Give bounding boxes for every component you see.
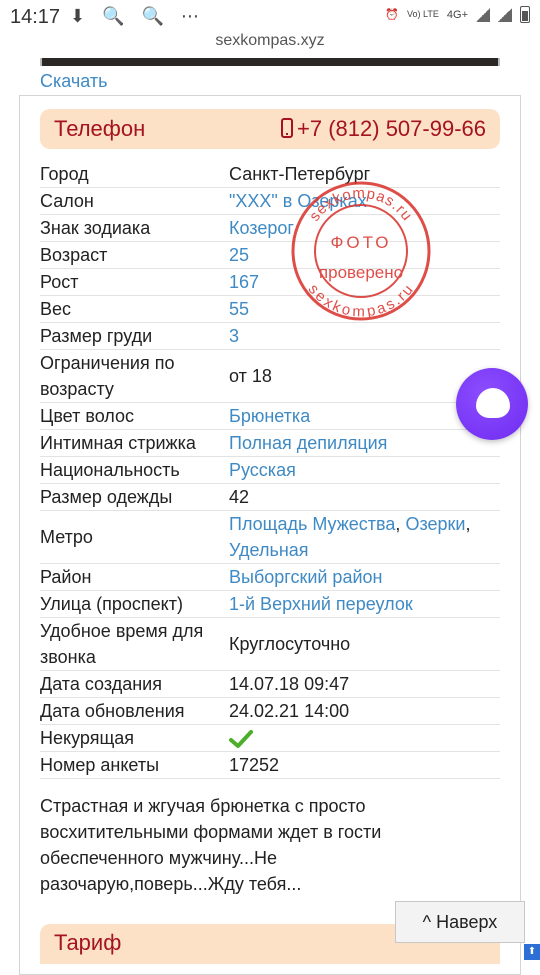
table-row: Удобное время для звонка Круглосуточно	[40, 617, 500, 671]
metro-value: Площадь Мужества, Озерки, Удельная	[229, 510, 500, 564]
metro-link[interactable]: Озерки	[405, 514, 465, 534]
status-system-icons: ⏰ Vo) LTE 4G+	[385, 6, 530, 23]
age-link[interactable]: 25	[229, 245, 249, 265]
status-time: 14:17	[10, 6, 61, 28]
download-link[interactable]: Скачать	[40, 71, 108, 92]
metro-link[interactable]: Удельная	[229, 540, 309, 560]
row-value: Круглосуточно	[229, 617, 500, 671]
signal-icon-2	[498, 7, 512, 22]
table-row: Улица (проспект) 1-й Верхний переулок	[40, 590, 500, 618]
row-key: Ограничения по возрасту	[40, 349, 229, 403]
weight-link[interactable]: 55	[229, 299, 249, 319]
row-key: Некурящая	[40, 724, 229, 752]
status-notification-icons: ⬇ 🔍 🔍 ⋯	[70, 6, 205, 26]
row-key: Дата создания	[40, 670, 229, 698]
street-link[interactable]: 1-й Верхний переулок	[229, 594, 413, 614]
table-row: Размер одежды 42	[40, 483, 500, 511]
table-row: Город Санкт-Петербург	[40, 161, 500, 188]
row-value: 24.02.21 14:00	[229, 697, 500, 725]
photo-bottom-edge	[40, 58, 500, 66]
network-type: 4G+	[446, 8, 468, 21]
row-key: Цвет волос	[40, 402, 229, 430]
alarm-icon: ⏰	[385, 9, 400, 21]
table-row: Национальность Русская	[40, 456, 500, 484]
phone-header: Телефон +7 (812) 507-99-66	[40, 109, 500, 149]
table-row: Цвет волос Брюнетка	[40, 402, 500, 430]
profile-info-table: Город Санкт-Петербург Салон "XXX" в Озер…	[40, 161, 500, 779]
row-key: Метро	[40, 510, 229, 564]
row-key: Возраст	[40, 241, 229, 269]
scroll-to-top-button[interactable]: ^ Наверх	[395, 901, 525, 943]
checkmark-icon	[229, 730, 253, 749]
table-row: Дата обновления 24.02.21 14:00	[40, 697, 500, 725]
intimate-link[interactable]: Полная депиляция	[229, 433, 387, 453]
row-key: Национальность	[40, 456, 229, 484]
metro-link[interactable]: Площадь Мужества	[229, 514, 395, 534]
signal-icon	[476, 7, 490, 22]
row-key: Номер анкеты	[40, 751, 229, 779]
profile-description: Страстная и жгучая брюнетка с просто вос…	[40, 796, 382, 894]
row-key: Размер одежды	[40, 483, 229, 511]
row-value: 14.07.18 09:47	[229, 670, 500, 698]
salon-link[interactable]: "XXX" в Озерках	[229, 191, 367, 211]
tariff-label: Тариф	[54, 930, 122, 955]
table-row: Рост 167	[40, 268, 500, 296]
battery-icon	[520, 6, 530, 23]
table-row: Дата создания 14.07.18 09:47	[40, 670, 500, 698]
voice-assistant-button[interactable]	[456, 368, 528, 440]
table-row: Салон "XXX" в Озерках	[40, 187, 500, 215]
table-row: Знак зодиака Козерог	[40, 214, 500, 242]
row-key: Район	[40, 563, 229, 591]
row-key: Рост	[40, 268, 229, 296]
row-value: Санкт-Петербург	[229, 161, 500, 188]
district-link[interactable]: Выборгский район	[229, 567, 382, 587]
height-link[interactable]: 167	[229, 272, 259, 292]
phone-number[interactable]: +7 (812) 507-99-66	[297, 116, 486, 141]
table-row: Номер анкеты 17252	[40, 751, 500, 779]
phone-number-link[interactable]: +7 (812) 507-99-66	[281, 116, 486, 142]
table-row: Интимная стрижка Полная депиляция	[40, 429, 500, 457]
row-value: 42	[229, 483, 500, 511]
row-key: Улица (проспект)	[40, 590, 229, 618]
zodiac-link[interactable]: Козерог	[229, 218, 294, 238]
row-key: Размер груди	[40, 322, 229, 350]
status-bar: 14:17 ⬇ 🔍 🔍 ⋯ ⏰ Vo) LTE 4G+	[0, 0, 540, 32]
row-key: Салон	[40, 187, 229, 215]
table-row: Возраст 25	[40, 241, 500, 269]
phone-label: Телефон	[54, 116, 146, 141]
row-key: Вес	[40, 295, 229, 323]
table-row: Ограничения по возрасту от 18	[40, 349, 500, 403]
table-row: Некурящая	[40, 724, 500, 752]
phone-icon	[281, 118, 294, 138]
hair-color-link[interactable]: Брюнетка	[229, 406, 310, 426]
row-key: Знак зодиака	[40, 214, 229, 242]
url-bar[interactable]: sexkompas.xyz	[0, 32, 540, 58]
bust-size-link[interactable]: 3	[229, 326, 239, 346]
table-row: Район Выборгский район	[40, 563, 500, 591]
table-row: Вес 55	[40, 295, 500, 323]
row-key: Город	[40, 161, 229, 188]
row-key: Удобное время для звонка	[40, 617, 229, 671]
row-key: Дата обновления	[40, 697, 229, 725]
table-row: Метро Площадь Мужества, Озерки, Удельная	[40, 510, 500, 564]
row-key: Интимная стрижка	[40, 429, 229, 457]
scroll-up-icon[interactable]: ⬆	[524, 944, 540, 960]
table-row: Размер груди 3	[40, 322, 500, 350]
volte-icon: Vo) LTE	[407, 9, 439, 19]
nationality-link[interactable]: Русская	[229, 460, 296, 480]
row-value: 17252	[229, 751, 500, 779]
